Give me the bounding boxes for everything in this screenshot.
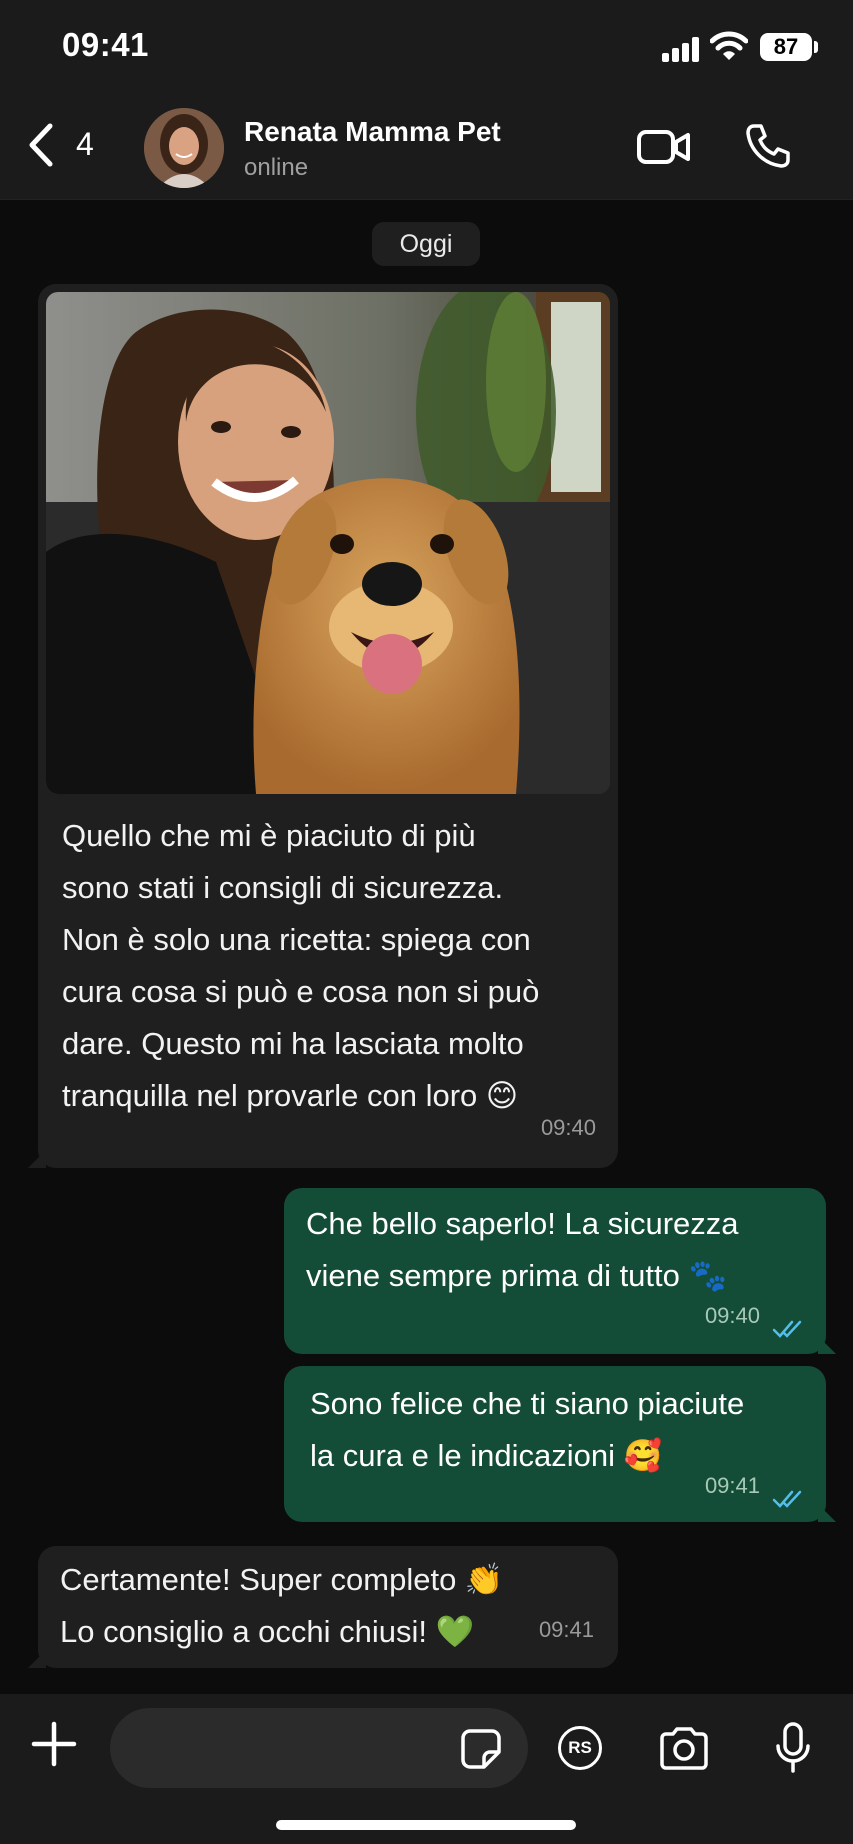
video-call-icon[interactable] — [636, 126, 692, 168]
status-bar: 09:41 87 — [0, 0, 853, 96]
rs-payment-button[interactable]: RS — [558, 1726, 602, 1770]
message-time: 09:40 — [540, 1115, 596, 1140]
phone-call-icon[interactable] — [744, 122, 792, 170]
message-time: 09:41 — [704, 1473, 760, 1498]
contact-status: online — [244, 154, 309, 181]
battery-indicator: 87 — [760, 33, 812, 61]
message-line: Certamente! Super completo 👏 — [60, 1562, 504, 1597]
microphone-icon[interactable] — [774, 1722, 812, 1774]
bubble-tail — [818, 1504, 836, 1522]
message-bubble-outgoing[interactable]: Che bello saperlo! La sicurezza viene se… — [284, 1188, 836, 1354]
message-time: 09:41 — [538, 1617, 594, 1642]
bubble-tail — [28, 1650, 46, 1668]
wifi-icon — [710, 31, 748, 60]
message-line: Sono felice che ti siano piaciute — [310, 1386, 745, 1421]
unread-count[interactable]: 4 — [76, 126, 94, 163]
message-text: Certamente! Super completo 👏 Lo consigli… — [60, 1554, 540, 1658]
plus-icon[interactable] — [30, 1720, 78, 1768]
message-line: dare. Questo mi ha lasciata molto — [62, 1026, 524, 1061]
contact-name[interactable]: Renata Mamma Pet — [244, 116, 501, 148]
bubble-tail — [818, 1336, 836, 1354]
bubble-tail — [28, 1150, 46, 1168]
chat-area[interactable]: Oggi Quello che mi è piaciuto di più son… — [0, 200, 853, 1694]
message-time: 09:40 — [704, 1303, 760, 1328]
message-line: Quello che mi è piaciuto di più — [62, 818, 476, 853]
message-line: Lo consiglio a occhi chiusi! 💚 — [60, 1614, 475, 1649]
cellular-signal-icon — [662, 36, 700, 62]
message-bubble-incoming[interactable]: Quello che mi è piaciuto di più sono sta… — [28, 284, 618, 1168]
message-line: Che bello saperlo! La sicurezza — [306, 1206, 739, 1241]
message-bubble-incoming[interactable]: Certamente! Super completo 👏 Lo consigli… — [28, 1546, 618, 1668]
camera-icon[interactable] — [658, 1726, 710, 1770]
shared-photo[interactable] — [46, 292, 610, 794]
message-line: sono stati i consigli di sicurezza. — [62, 870, 504, 905]
message-line: cura cosa si può e cosa non si può — [62, 974, 540, 1009]
date-chip: Oggi — [372, 222, 480, 266]
message-text: Che bello saperlo! La sicurezza viene se… — [306, 1198, 816, 1302]
home-indicator[interactable] — [276, 1820, 576, 1830]
sticker-icon[interactable] — [460, 1728, 502, 1770]
battery-nub — [814, 41, 818, 53]
back-chevron-icon[interactable] — [22, 120, 62, 170]
message-composer: RS — [0, 1694, 853, 1844]
double-check-read-icon — [772, 1490, 802, 1508]
avatar[interactable] — [144, 108, 224, 188]
message-bubble-outgoing[interactable]: Sono felice che ti siano piaciute la cur… — [284, 1366, 836, 1522]
double-check-read-icon — [772, 1320, 802, 1338]
chat-header: 4 Renata Mamma Pet online — [0, 96, 853, 200]
message-line: Non è solo una ricetta: spiega con — [62, 922, 531, 957]
message-line: tranquilla nel provarle con loro 😊 — [62, 1078, 519, 1113]
message-text: Quello che mi è piaciuto di più sono sta… — [62, 810, 602, 1122]
status-time: 09:41 — [62, 26, 149, 63]
